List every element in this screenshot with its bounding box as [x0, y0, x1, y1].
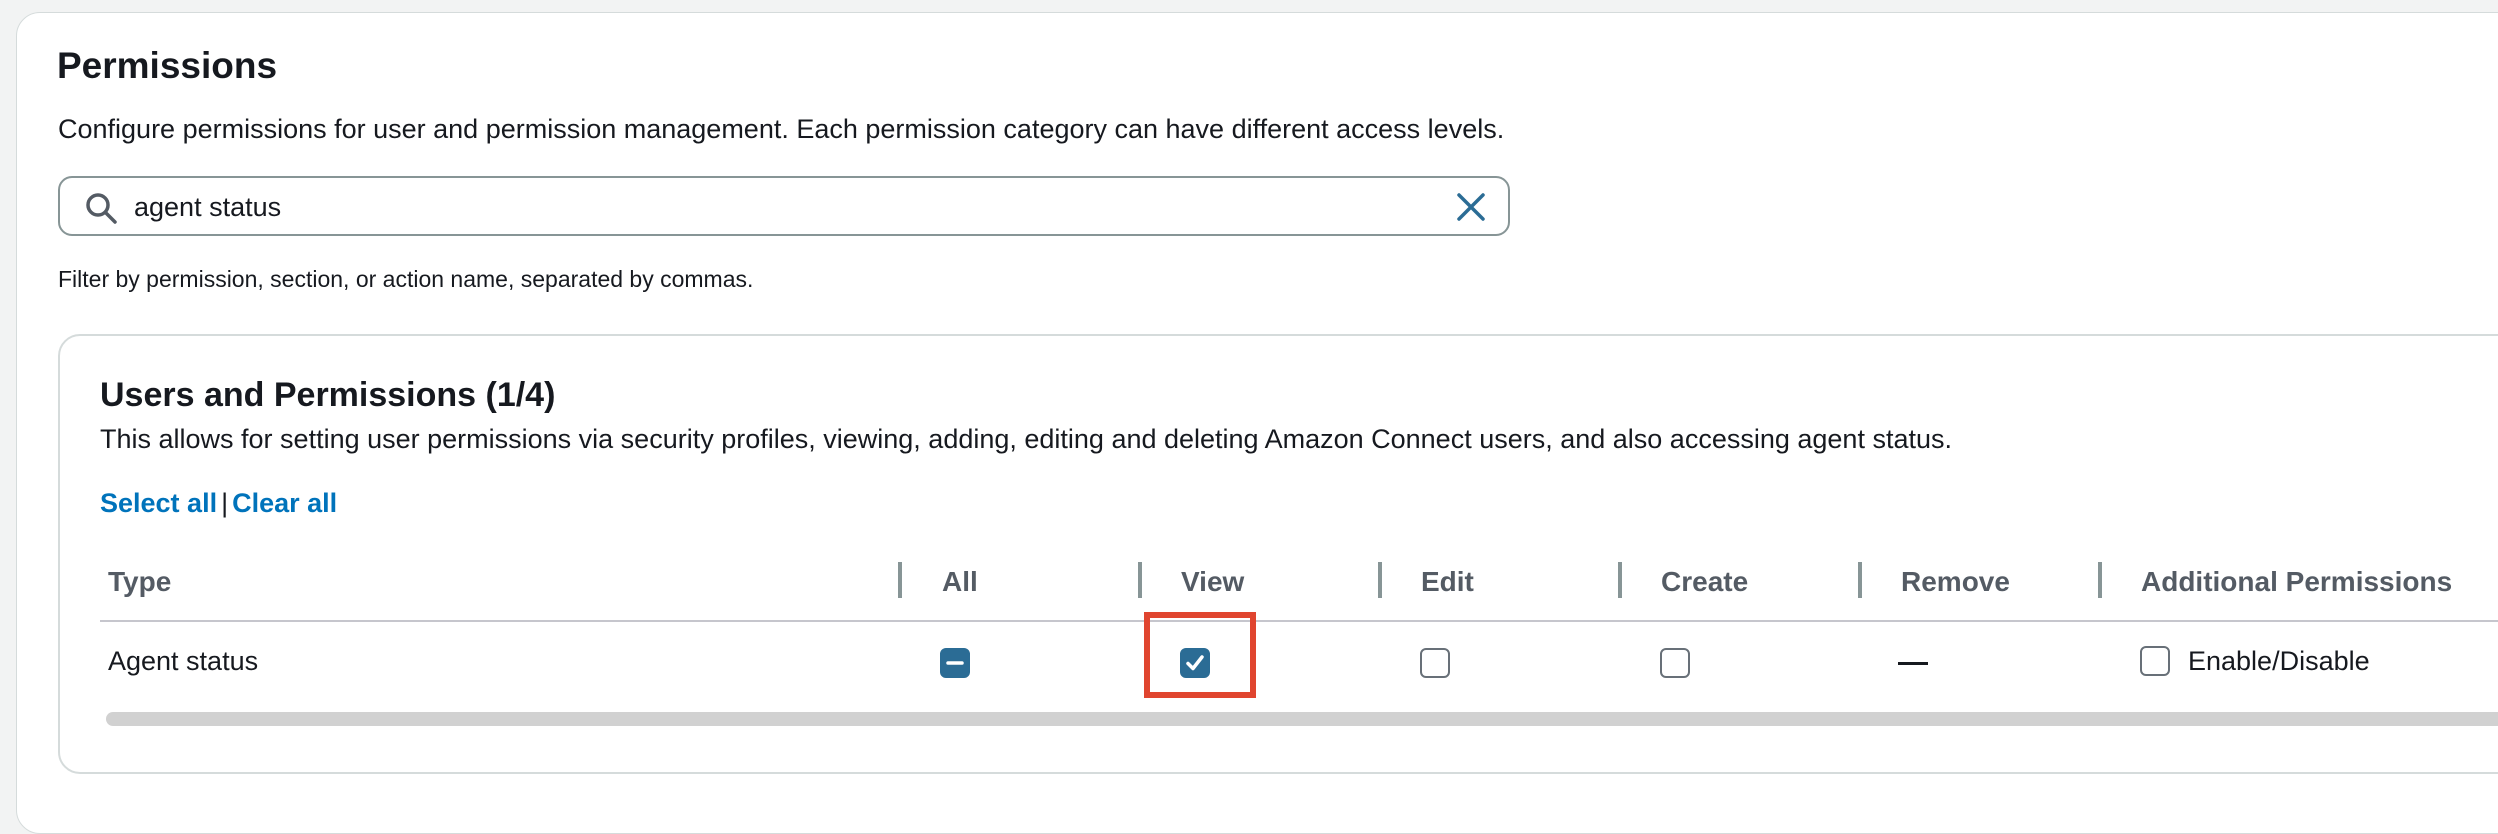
search-field[interactable] [58, 176, 1510, 236]
create-checkbox[interactable] [1660, 648, 1690, 678]
column-divider[interactable] [898, 562, 902, 598]
horizontal-scrollbar[interactable] [106, 712, 2498, 726]
checkmark-icon [1186, 655, 1204, 671]
selection-links: Select all | Clear all [100, 486, 337, 520]
search-icon [86, 193, 117, 224]
clear-all-link[interactable]: Clear all [232, 488, 337, 518]
column-header-remove: Remove [1901, 566, 2010, 597]
column-divider[interactable] [1618, 562, 1622, 598]
remove-not-applicable [1898, 662, 1928, 665]
all-checkbox[interactable] [940, 648, 970, 678]
column-header-view: View [1181, 566, 1245, 597]
column-divider[interactable] [2098, 562, 2102, 598]
section-title: Users and Permissions (1/4) [100, 376, 556, 414]
clear-icon[interactable] [1454, 190, 1488, 224]
column-header-additional: Additional Permissions [2141, 566, 2453, 597]
users-permissions-panel: Users and Permissions (1/4) This allows … [58, 334, 2498, 774]
enable-disable-label: Enable/Disable [2188, 646, 2370, 676]
indeterminate-icon [946, 661, 964, 665]
header-divider [100, 620, 2498, 622]
search-input[interactable] [132, 184, 1436, 230]
select-all-link[interactable]: Select all [100, 488, 217, 518]
column-header-type: Type [108, 566, 172, 597]
view-checkbox[interactable] [1180, 648, 1210, 678]
page-description: Configure permissions for user and permi… [58, 114, 1505, 144]
column-divider[interactable] [1378, 562, 1382, 598]
page-title: Permissions [57, 45, 278, 86]
search-hint: Filter by permission, section, or action… [58, 266, 754, 292]
enable-disable-checkbox[interactable] [2140, 646, 2170, 676]
column-header-all: All [942, 566, 978, 597]
link-separator: | [221, 488, 229, 518]
row-type: Agent status [108, 646, 259, 676]
section-description: This allows for setting user permissions… [100, 424, 1952, 454]
column-divider[interactable] [1858, 562, 1862, 598]
edit-checkbox[interactable] [1420, 648, 1450, 678]
column-header-edit: Edit [1421, 566, 1474, 597]
column-header-create: Create [1661, 566, 1749, 597]
column-divider[interactable] [1138, 562, 1142, 598]
